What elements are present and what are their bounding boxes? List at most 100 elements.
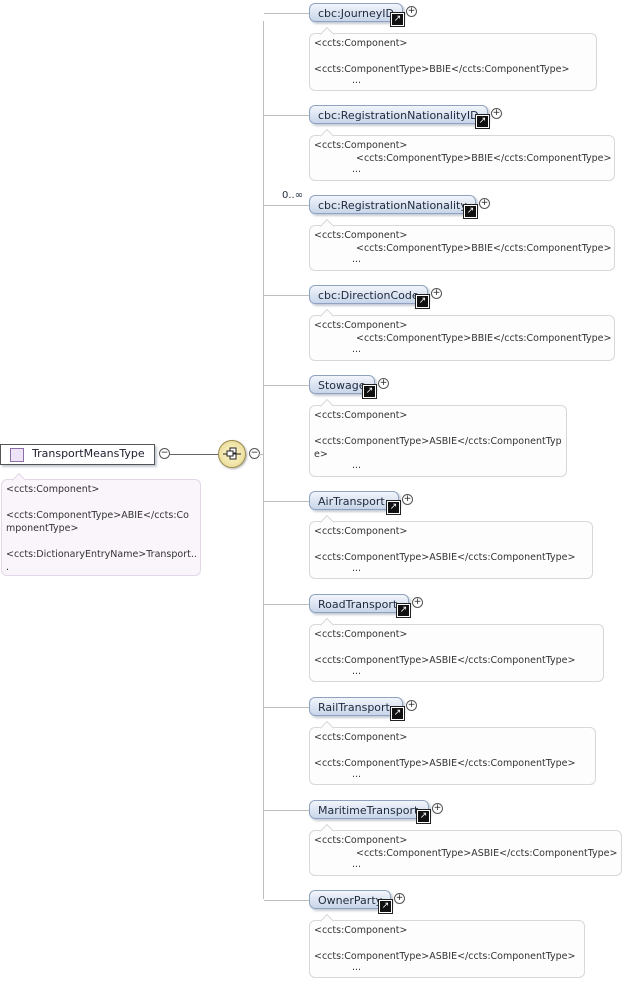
element-node[interactable]: cbc:RegistrationNationality [309,195,476,214]
element-documentation: <ccts:Component> <ccts:ComponentType>ASBI… [309,823,622,876]
cardinality-label: 0..∞ [282,190,304,201]
element-node[interactable]: MaritimeTransport [309,800,429,819]
doc-ellipsis: ... [352,962,362,973]
doc-line [6,535,196,548]
tree-trunk [263,21,264,899]
element-documentation: <ccts:Component> <ccts:ComponentType>BBIE… [309,128,615,181]
plus-circle-icon[interactable]: + [394,893,405,904]
doc-line: <ccts:Component> [314,835,408,846]
arrow-ref-icon: ↗ [476,115,489,128]
plus-circle-icon[interactable]: + [406,700,417,711]
element-label: cbc:RegistrationNationalityID [318,109,479,122]
doc-line [314,641,599,654]
arrow-ref-icon: ↗ [391,707,404,720]
doc-line: . [6,562,10,573]
connector-line [264,501,309,502]
connector-line [264,115,309,116]
doc-line: <ccts:Component> [314,629,408,640]
connector-line [264,295,309,296]
doc-line: <ccts:Component> [6,484,100,495]
arrow-ref-icon: ↗ [387,501,400,514]
element-label: Stowage [318,379,366,392]
doc-line: <ccts:Component> [314,732,408,743]
element-label: OwnerParty [318,894,383,907]
arrow-ref-icon: ↗ [416,295,429,308]
doc-line: <ccts:Component> [314,38,408,49]
doc-line: <ccts:DictionaryEntryName>Transport.. [6,549,197,560]
connector-line [264,13,309,14]
connector-line [264,205,309,206]
arrow-ref-icon: ↗ [417,810,430,823]
element-documentation: <ccts:Component> <ccts:ComponentType>ASBI… [309,617,604,682]
doc-line: <ccts:Component> [314,140,408,151]
element-documentation: <ccts:Component> <ccts:ComponentType>ASBI… [309,514,593,579]
sequence-compositor-icon[interactable] [218,440,246,468]
doc-line [314,538,588,551]
root-documentation: <ccts:Component> <ccts:ComponentType>ABIE… [1,472,201,576]
element-documentation: <ccts:Component> <ccts:ComponentType>BBIE… [309,26,597,91]
doc-ellipsis: ... [352,254,362,265]
connector-line [264,707,309,708]
element-label: RoadTransport [318,598,398,611]
connector-line [264,604,309,605]
plus-circle-icon[interactable]: + [491,108,502,119]
doc-line [314,744,591,757]
element-node[interactable]: RoadTransport [309,594,409,613]
doc-line: <ccts:ComponentType>ABIE</ccts:Co [6,510,189,521]
doc-ellipsis: ... [352,344,362,355]
connector-line [264,810,309,811]
element-node[interactable]: cbc:RegistrationNationalityID [309,105,488,124]
doc-line: <ccts:ComponentType>ASBIE</ccts:Componen… [314,436,562,447]
plus-circle-icon[interactable]: + [412,597,423,608]
doc-line: mponentType> [6,523,79,534]
doc-line: <ccts:Component> [314,925,408,936]
sequence-glyph [223,447,241,460]
element-documentation: <ccts:Component> <ccts:ComponentType>ASBI… [309,720,596,785]
doc-line [314,422,562,435]
plus-circle-icon[interactable]: + [406,6,417,17]
root-element-label: TransportMeansType [32,447,145,460]
plus-circle-icon[interactable]: + [431,288,442,299]
arrow-ref-icon: ↗ [391,13,404,26]
doc-line: <ccts:Component> [314,230,408,241]
root-element[interactable]: TransportMeansType [0,444,155,465]
element-documentation: <ccts:Component> <ccts:ComponentType>BBIE… [309,308,615,361]
doc-line: <ccts:Component> [314,526,408,537]
element-label: MaritimeTransport [318,804,419,817]
doc-line [314,50,592,63]
doc-ellipsis: ... [352,460,362,471]
arrow-ref-icon: ↗ [464,205,477,218]
doc-ellipsis: ... [352,75,362,86]
arrow-ref-icon: ↗ [379,900,392,913]
element-label: RailTransport [318,701,390,714]
element-node[interactable]: RailTransport [309,697,403,716]
doc-line: <ccts:Component> [314,320,408,331]
element-label: cbc:RegistrationNationality [318,199,467,212]
element-node[interactable]: AirTransport [309,491,399,510]
element-node[interactable]: cbc:DirectionCode [309,285,428,304]
doc-line [6,496,196,509]
connector-line [264,385,309,386]
connector-line [264,900,309,901]
element-documentation: <ccts:Component> <ccts:ComponentType>ASBI… [309,913,585,978]
plus-circle-icon[interactable]: + [479,198,490,209]
doc-ellipsis: ... [352,769,362,780]
plus-circle-icon[interactable]: + [402,494,413,505]
minus-circle-icon[interactable]: − [159,448,170,459]
element-node[interactable]: cbc:JourneyID [309,3,404,22]
doc-line: <ccts:Component> [314,410,408,421]
doc-ellipsis: ... [352,859,362,870]
element-label: cbc:DirectionCode [318,289,419,302]
doc-ellipsis: ... [352,164,362,175]
element-label: AirTransport [318,495,385,508]
plus-circle-icon[interactable]: + [432,803,443,814]
element-documentation: <ccts:Component> <ccts:ComponentType>BBIE… [309,218,615,271]
plus-circle-icon[interactable]: + [378,378,389,389]
element-label: cbc:JourneyID [318,7,395,20]
arrow-ref-icon: ↗ [363,385,376,398]
element-documentation: <ccts:Component> <ccts:ComponentType>ASBI… [309,398,567,477]
doc-ellipsis: ... [352,563,362,574]
complex-type-icon [10,448,24,462]
doc-ellipsis: ... [352,666,362,677]
arrow-ref-icon: ↗ [397,604,410,617]
